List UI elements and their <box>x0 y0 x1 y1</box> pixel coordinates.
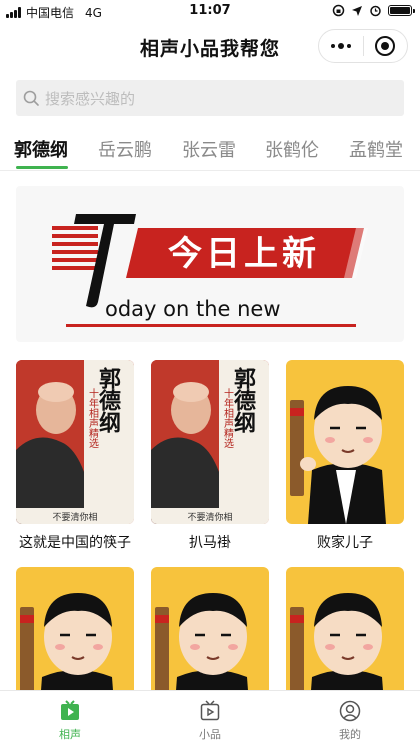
location-icon <box>352 5 362 16</box>
user-icon <box>339 700 361 722</box>
tabbar-label: 相声 <box>59 728 81 741</box>
tabs-divider <box>0 170 420 171</box>
search-input[interactable]: 搜索感兴趣的 <box>16 80 404 116</box>
banner-subline: oday on the new <box>105 297 281 321</box>
poster-subtitle: 十年相声精选 <box>87 387 99 449</box>
play-icon <box>61 700 79 720</box>
more-dots-icon <box>330 43 351 49</box>
item-title: 这就是中国的筷子 <box>19 535 131 551</box>
tab-guodegang[interactable]: 郭德纲 <box>14 136 68 162</box>
tab-menghetang[interactable]: 孟鹤堂 <box>349 136 403 162</box>
tabbar-item-wode[interactable]: 我的 <box>280 691 420 747</box>
portrait-poster-thumbnail: 郭德纲 十年相声精选 不要清你相 <box>16 360 134 524</box>
category-tabs: 郭德纲 岳云鹏 张云雷 张鹤伦 孟鹤堂 <box>0 126 420 170</box>
portrait-poster-thumbnail: 郭德纲 十年相声精选 不要清你相 <box>151 360 269 524</box>
poster-title: 郭德纲 <box>95 366 121 433</box>
video-icon <box>200 700 220 721</box>
poster-footer: 不要清你相 <box>52 511 97 523</box>
bottom-tab-bar: 相声 小品 我的 <box>0 690 420 747</box>
search-icon <box>23 90 39 106</box>
orientation-lock-icon <box>332 4 345 17</box>
poster-subtitle: 十年相声精选 <box>222 387 234 449</box>
tabbar-item-xiaopin[interactable]: 小品 <box>140 691 280 747</box>
close-miniprogram-button[interactable] <box>364 30 408 62</box>
item-title: 扒马褂 <box>189 535 231 551</box>
tabbar-label: 小品 <box>199 728 221 741</box>
poster-footer: 不要清你相 <box>187 511 232 523</box>
target-icon <box>375 36 396 56</box>
status-bar: 中国电信 4G 11:07 <box>0 0 420 22</box>
search-placeholder: 搜索感兴趣的 <box>45 89 136 108</box>
poster-title: 郭德纲 <box>230 366 256 433</box>
battery-icon <box>388 5 415 16</box>
cartoon-poster-thumbnail <box>286 360 404 524</box>
tab-zhangyunlei[interactable]: 张云雷 <box>182 136 236 162</box>
banner-headline: 今日上新 <box>168 234 320 274</box>
content-item[interactable]: 郭德纲 十年相声精选 不要清你相 扒马褂 <box>151 360 269 552</box>
content-item[interactable]: 败家儿子 <box>286 360 404 552</box>
tab-zhanghelun[interactable]: 张鹤伦 <box>265 136 319 162</box>
tab-active-indicator <box>16 166 68 169</box>
tab-yueyunpeng[interactable]: 岳云鹏 <box>98 136 152 162</box>
banner-today-new[interactable]: T 今日上新 oday on the new <box>16 186 404 342</box>
status-right <box>332 4 415 17</box>
tabbar-item-xiangsheng[interactable]: 相声 <box>0 691 140 747</box>
content-item[interactable]: 郭德纲 十年相声精选 不要清你相 这就是中国的筷子 <box>16 360 134 552</box>
capsule-menu <box>318 29 408 63</box>
nav-bar: 相声小品我帮您 <box>0 22 420 68</box>
banner-graphic: T 今日上新 oday on the new <box>16 186 368 327</box>
item-title: 败家儿子 <box>317 535 373 551</box>
tabbar-label: 我的 <box>339 728 361 741</box>
banner-big-letter: T <box>16 186 17 187</box>
alarm-icon <box>370 5 381 17</box>
more-button[interactable] <box>319 30 363 62</box>
